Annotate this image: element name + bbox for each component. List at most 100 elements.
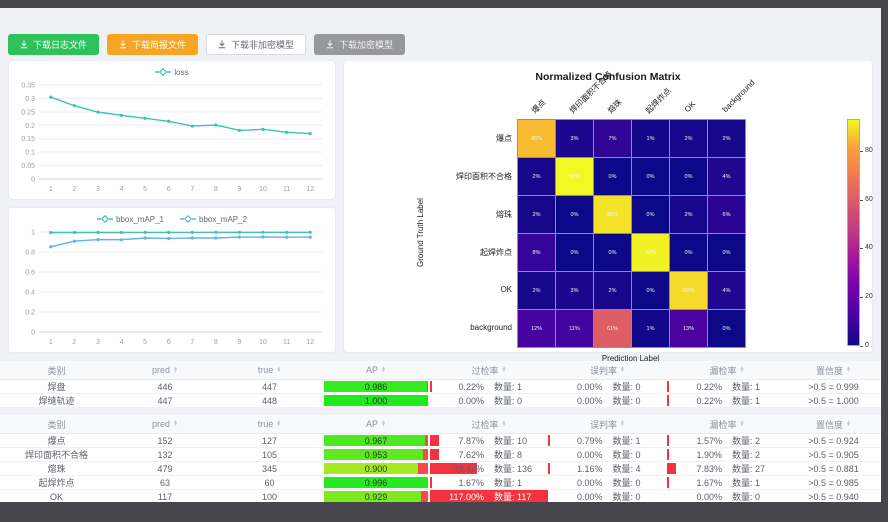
cell-overdetect: 0.22%数量: 1 [430, 380, 548, 393]
cell-value: 焊缝轨迹 [38, 394, 74, 407]
matrix-cell: 2% [670, 196, 707, 233]
cell-label: 焊盘 [0, 380, 113, 393]
sort-caret-icon[interactable]: ▲▼ [173, 421, 178, 427]
cell-pred: 117 [113, 490, 217, 502]
legend-item-bbox_mAP_1[interactable]: bbox_mAP_1 [97, 215, 164, 224]
col-header-miss[interactable]: 漏检率▲▼ [667, 415, 787, 433]
cell-misjudge: 0.00%数量: 0 [548, 448, 667, 461]
col-header-pred[interactable]: pred▲▼ [113, 415, 217, 433]
download-plain-model-button[interactable]: 下载非加密模型 [206, 34, 306, 55]
download-icon [218, 40, 226, 49]
rate-percent: 0.00% [549, 492, 603, 502]
data-point [144, 231, 147, 234]
x-tick-label: 10 [259, 186, 267, 193]
cell-pred: 479 [113, 462, 217, 475]
y-tick-label: 0 [31, 330, 35, 337]
data-point [73, 104, 76, 107]
rate-percent: 7.62% [431, 450, 484, 460]
x-tick-label: 9 [238, 186, 242, 193]
cell-value: 焊盘 [47, 380, 65, 393]
col-header-ap[interactable]: AP▲▼ [322, 415, 430, 433]
rate-count: 数量: 136 [494, 462, 547, 475]
rate-count: 数量: 0 [732, 490, 786, 502]
data-point [261, 231, 264, 234]
sort-caret-icon[interactable]: ▲▼ [740, 367, 745, 373]
cell-pred: 152 [113, 434, 217, 447]
legend-item-loss[interactable]: loss [155, 68, 188, 77]
x-tick-label: 9 [238, 339, 242, 346]
ap-bar-track: 0.929 [324, 491, 428, 502]
sort-caret-icon[interactable]: ▲▼ [620, 367, 625, 373]
data-point [309, 132, 312, 135]
data-point [144, 236, 147, 239]
y-tick-label: 0.35 [21, 83, 35, 90]
rate-count: 数量: 27 [732, 462, 786, 475]
matrix-cell: 92% [632, 234, 669, 271]
y-tick-label: 0.2 [25, 310, 35, 317]
col-header-label: 误判率 [590, 418, 617, 431]
table-header-row: 类别pred▲▼true▲▼AP▲▼过检率▲▼误判率▲▼漏检率▲▼置信度▲▼ [0, 415, 881, 434]
col-header-misjudge[interactable]: 误判率▲▼ [548, 361, 667, 379]
cell-confidence: >0.5 = 0.905 [787, 448, 880, 461]
rate-percent: 0.22% [668, 382, 722, 392]
col-header-miss[interactable]: 漏检率▲▼ [667, 361, 787, 379]
cell-misjudge: 0.00%数量: 0 [548, 476, 667, 489]
matrix-row-label: background [402, 323, 512, 332]
legend-marker-icon [97, 215, 113, 223]
legend-label: loss [174, 68, 188, 77]
rate-count: 数量: 1 [732, 394, 786, 407]
sort-caret-icon[interactable]: ▲▼ [620, 421, 625, 427]
legend-item-bbox_mAP_2[interactable]: bbox_mAP_2 [180, 215, 247, 224]
sort-caret-icon[interactable]: ▲▼ [502, 421, 507, 427]
col-header-misjudge[interactable]: 误判率▲▼ [548, 415, 667, 433]
colorbar-tick-label: 0 [865, 342, 869, 349]
cell-misjudge: 0.00%数量: 0 [548, 394, 667, 407]
sort-caret-icon[interactable]: ▲▼ [846, 367, 851, 373]
col-header-overdetect[interactable]: 过检率▲▼ [430, 361, 548, 379]
col-header-pred[interactable]: pred▲▼ [113, 361, 217, 379]
sort-caret-icon[interactable]: ▲▼ [846, 421, 851, 427]
colorbar-tick-label: 60 [865, 196, 873, 203]
col-header-true[interactable]: true▲▼ [217, 361, 322, 379]
col-header-ap[interactable]: AP▲▼ [322, 361, 430, 379]
data-point [96, 238, 99, 241]
sort-caret-icon[interactable]: ▲▼ [276, 421, 281, 427]
rate-count: 数量: 0 [613, 476, 667, 489]
ap-bar-track: 0.986 [324, 381, 428, 392]
rate-count: 数量: 1 [494, 476, 547, 489]
col-header-true[interactable]: true▲▼ [217, 415, 322, 433]
rate-percent: 7.83% [668, 464, 722, 474]
cell-value: >0.5 = 0.940 [808, 492, 859, 502]
col-header-confidence[interactable]: 置信度▲▼ [787, 415, 880, 433]
y-tick-label: 0.4 [25, 290, 35, 297]
download-report-button[interactable]: 下载简报文件 [107, 34, 198, 55]
sort-caret-icon[interactable]: ▲▼ [276, 367, 281, 373]
cell-miss: 7.83% 数量: 27 [667, 462, 787, 475]
map-chart-legend: bbox_mAP_1 bbox_mAP_2 [9, 208, 335, 226]
download-encrypted-model-button[interactable]: 下载加密模型 [314, 34, 405, 55]
sort-caret-icon[interactable]: ▲▼ [381, 367, 386, 373]
col-header-overdetect[interactable]: 过检率▲▼ [430, 415, 548, 433]
cell-misjudge: 0.00%数量: 0 [548, 380, 667, 393]
rate-count: 数量: 2 [732, 448, 786, 461]
col-header-confidence[interactable]: 置信度▲▼ [787, 361, 880, 379]
sort-caret-icon[interactable]: ▲▼ [381, 421, 386, 427]
y-tick-label: 0 [31, 177, 35, 184]
data-point [49, 95, 52, 98]
col-header-label: 误判率 [590, 364, 617, 377]
rate-count: 数量: 0 [613, 394, 667, 407]
rate-percent: 1.90% [668, 450, 722, 460]
cell-value: >0.5 = 1.000 [808, 396, 859, 406]
download-log-button[interactable]: 下载日志文件 [8, 34, 99, 55]
map-line-chart: 00.20.40.60.81123456789101112 [9, 226, 334, 348]
sort-caret-icon[interactable]: ▲▼ [173, 367, 178, 373]
x-tick-label: 2 [72, 186, 76, 193]
loss-chart-legend: loss [9, 61, 335, 79]
x-tick-label: 11 [283, 186, 290, 193]
matrix-cell: 3% [556, 272, 593, 309]
matrix-cell: 90% [594, 196, 631, 233]
sort-caret-icon[interactable]: ▲▼ [740, 421, 745, 427]
matrix-cell: 0% [708, 234, 745, 271]
sort-caret-icon[interactable]: ▲▼ [502, 367, 507, 373]
rate-percent: 0.00% [668, 492, 722, 502]
